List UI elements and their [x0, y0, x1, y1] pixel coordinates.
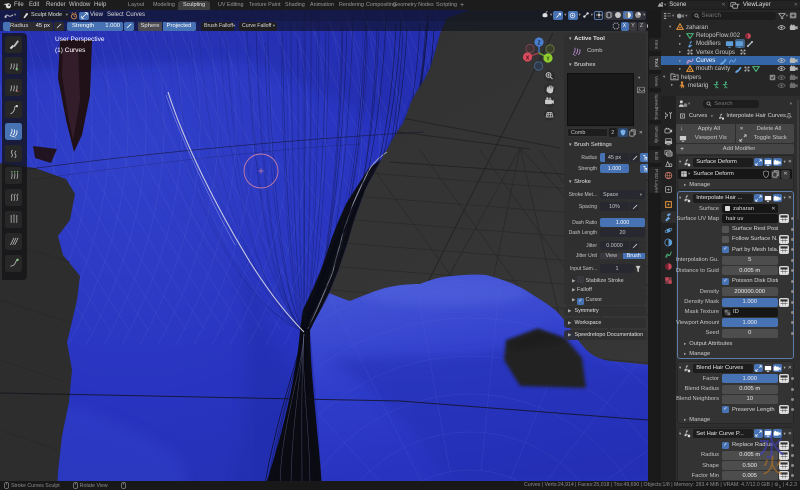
svg-text:User Perspective: User Perspective	[55, 36, 105, 43]
svg-text:(1) Curves: (1) Curves	[55, 47, 86, 54]
svg-text:Z: Z	[537, 40, 540, 46]
